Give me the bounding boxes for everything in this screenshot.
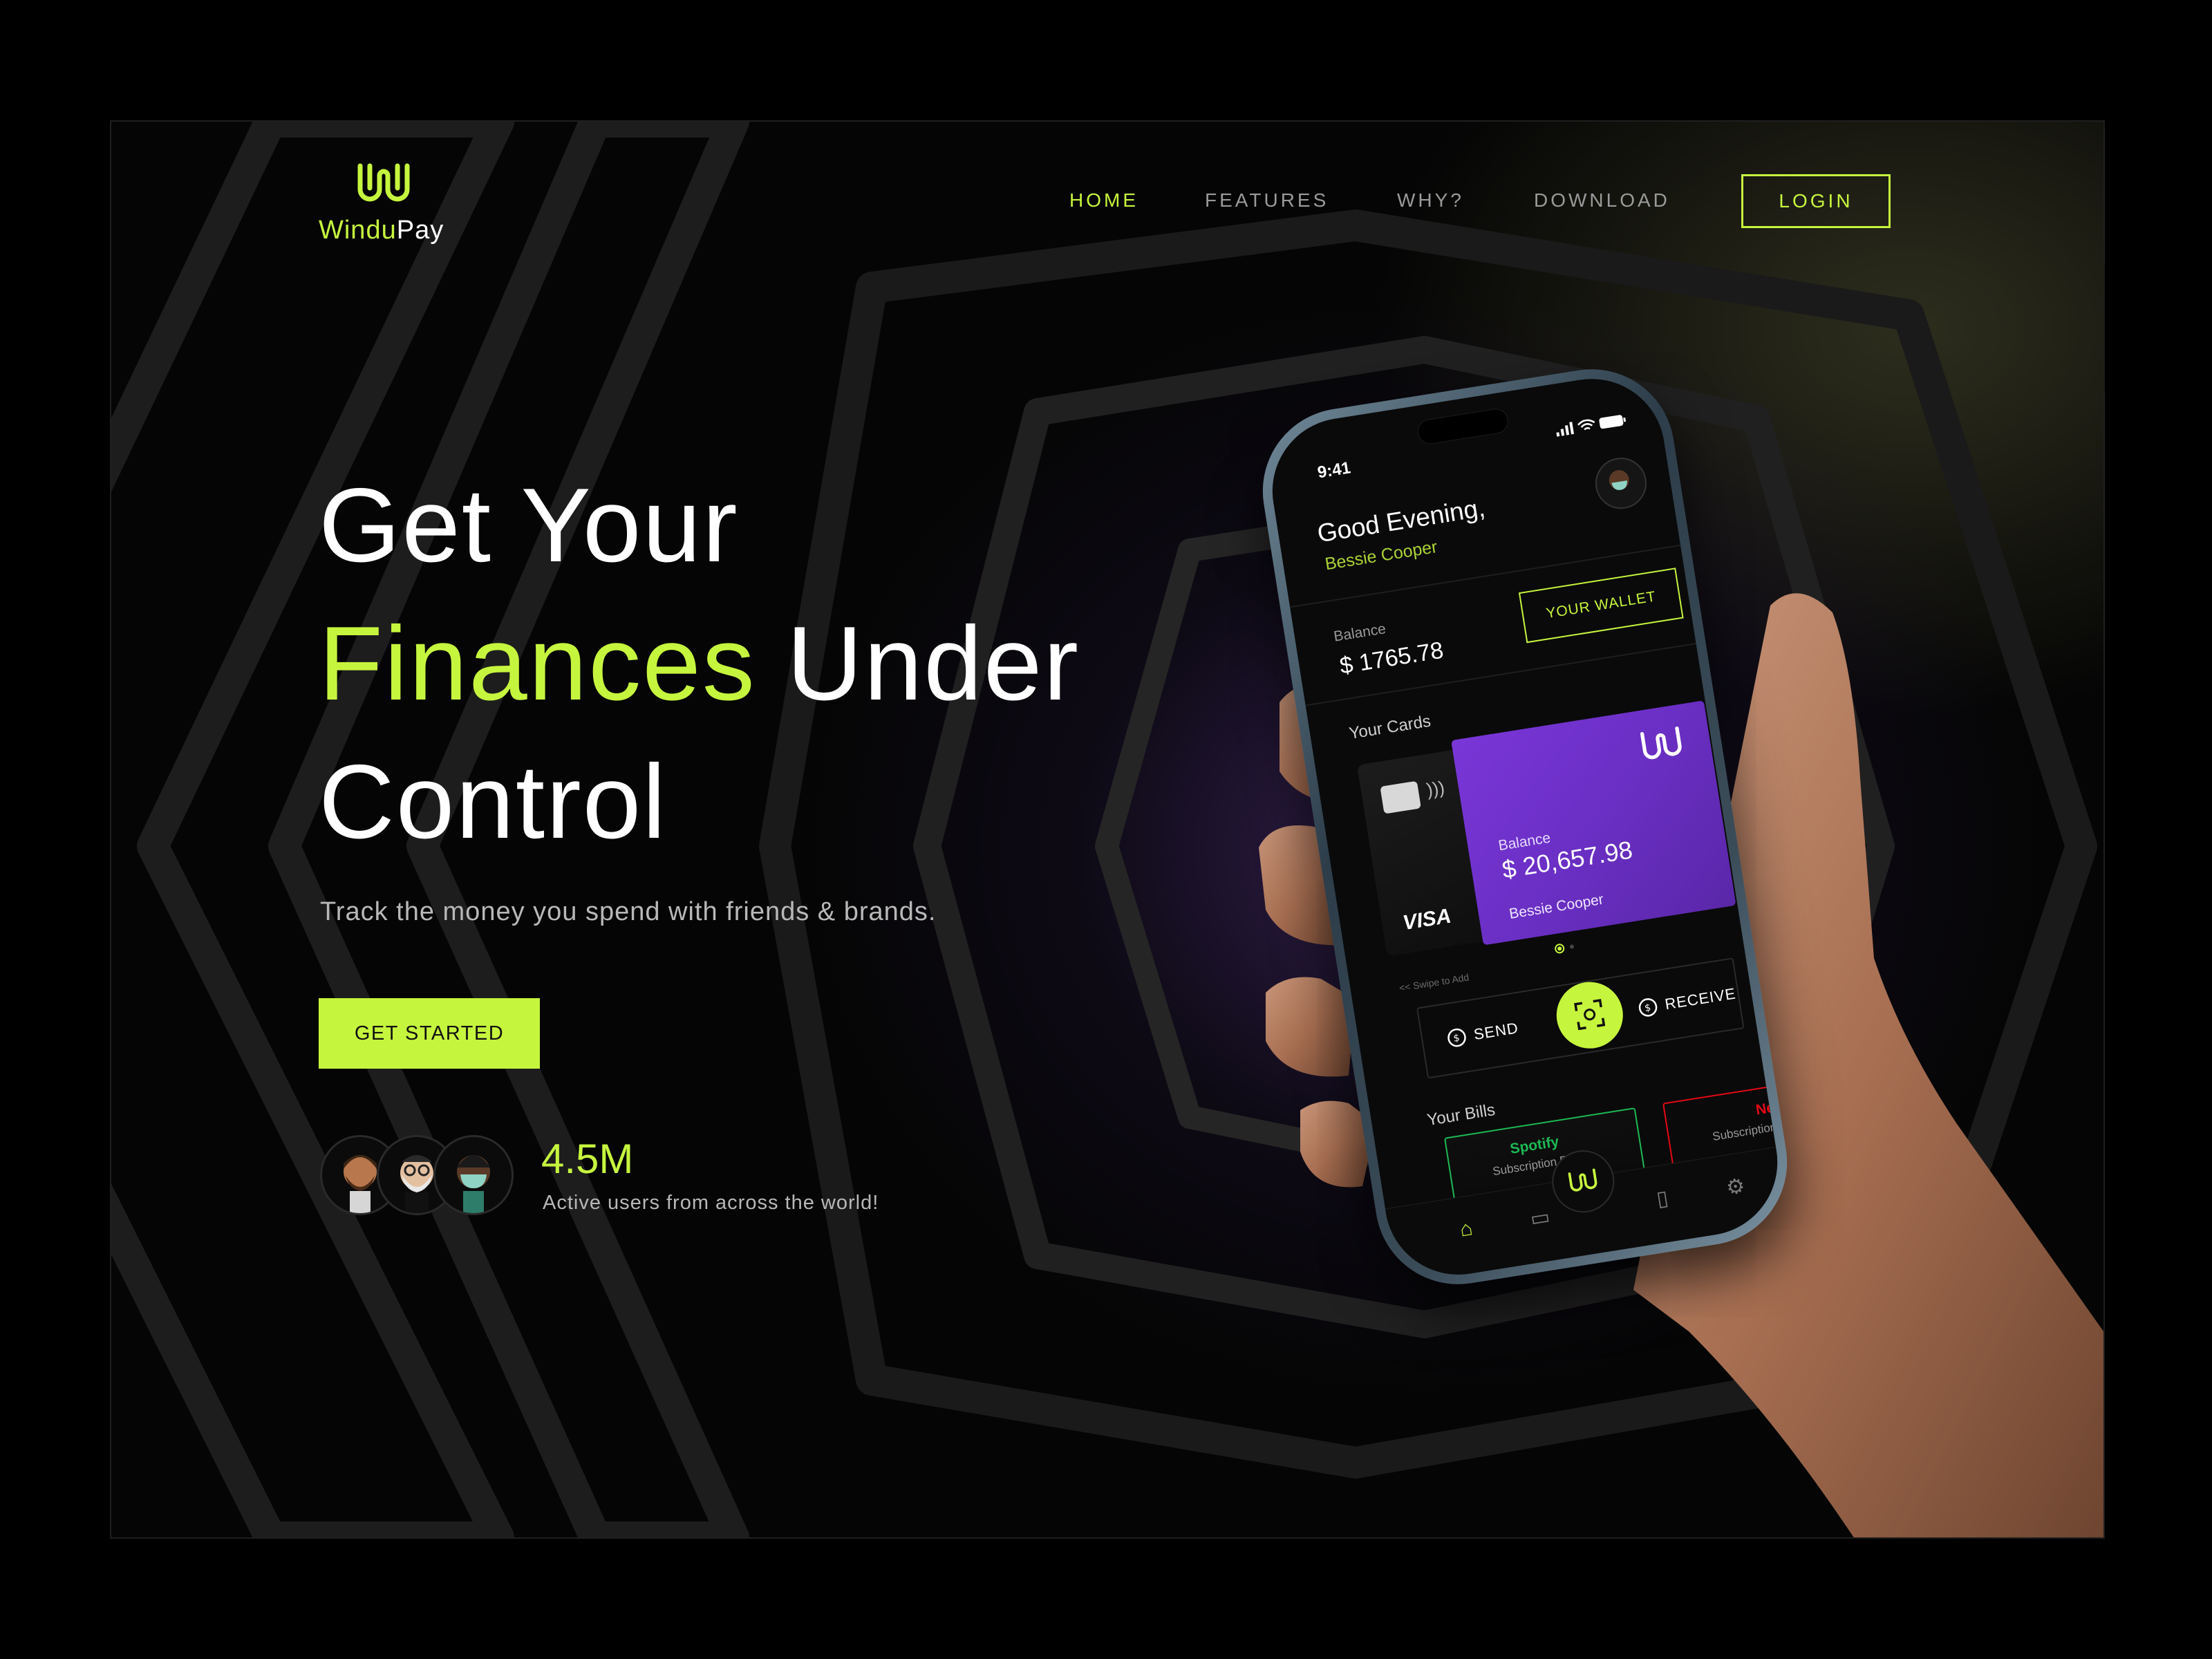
status-time: 9:41 [1316,458,1352,482]
swipe-hint: << Swipe to Add [1398,971,1470,994]
chip-icon [1380,780,1421,814]
dynamic-island [1416,406,1510,447]
hand-image [1259,593,2103,1537]
landing-page: WinduPay HOME FEATURES WHY? DOWNLOAD LOG… [110,120,2105,1539]
cards-icon[interactable]: ▯ [1655,1185,1670,1211]
status-icons [1555,413,1628,441]
battery-icon [1599,415,1627,429]
visa-logo: VISA [1401,904,1453,935]
your-wallet-button[interactable]: YOUR WALLET [1518,568,1684,644]
svg-text:$: $ [1453,1032,1461,1044]
carousel-dots [1555,944,1574,954]
avatar-man-mask [1609,470,1629,490]
card-holder: Bessie Cooper [1508,891,1605,922]
send-icon: $ [1447,1028,1466,1047]
bill-name: Spotify [1508,1134,1560,1157]
cards-title: Your Cards [1347,711,1432,743]
profile-avatar[interactable] [1591,453,1651,513]
home-icon[interactable]: ⌂ [1459,1217,1474,1241]
card-logo-icon [1640,726,1682,760]
greeting: Good Evening, [1315,493,1488,548]
signal-icon [1556,422,1575,437]
svg-text:$: $ [1644,1002,1652,1014]
bills-title: Your Bills [1425,1100,1497,1130]
settings-icon[interactable]: ⚙ [1725,1174,1747,1201]
receive-icon: $ [1638,998,1658,1017]
nfc-icon: ))) [1425,776,1446,800]
wifi-icon [1577,419,1595,431]
windupay-card[interactable]: Balance $ 20,657.98 Bessie Cooper [1451,700,1736,946]
wallet-icon[interactable]: ▭ [1528,1205,1551,1232]
balance-label: Balance [1332,621,1387,645]
scan-icon [1573,998,1606,1030]
balance-value: $ 1765.78 [1338,637,1445,679]
logo-icon [1568,1168,1597,1192]
